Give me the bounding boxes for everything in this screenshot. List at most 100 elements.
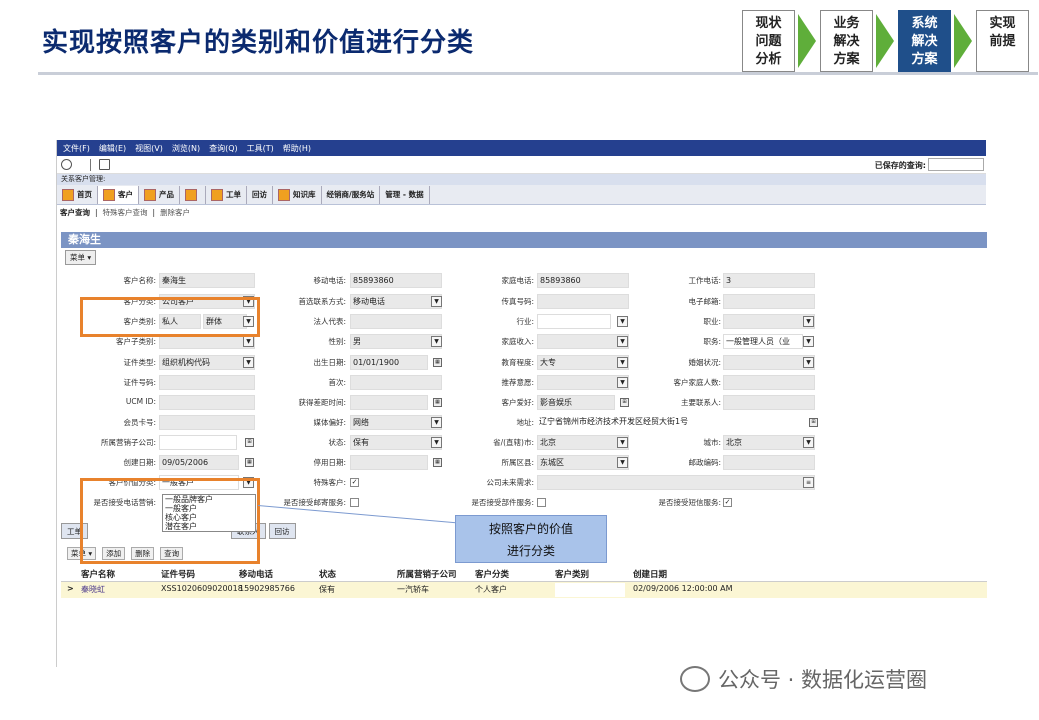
chevron-down-icon[interactable]: ▼ [803,316,814,327]
education-select[interactable]: 大专 [537,355,629,370]
column-header[interactable]: 移动电话 [239,568,273,580]
customer-name-field[interactable]: 秦海生 [159,273,255,288]
saved-query-select[interactable] [928,158,984,171]
chevron-down-icon[interactable]: ▼ [617,377,628,388]
expand-icon[interactable]: ≡ [803,477,814,488]
calendar-icon[interactable]: ▦ [433,358,442,367]
tab-admin-data[interactable]: 管理 - 数据 [380,185,430,204]
tab-callbacks[interactable]: 回访 [268,523,296,539]
subnav-customer-query[interactable]: 客户查询 [60,207,90,218]
income-select[interactable] [537,334,629,349]
column-header[interactable]: 客户名称 [81,568,115,580]
future-req-field[interactable] [537,475,815,490]
chevron-down-icon[interactable]: ▼ [617,437,628,448]
created-date-field[interactable]: 09/05/2006 [159,455,239,470]
calendar-icon[interactable]: ▦ [433,458,442,467]
column-header[interactable]: 客户类别 [555,568,589,580]
tab-callback[interactable]: 回访 [247,185,273,204]
status-select[interactable]: 保有 [350,435,442,450]
chevron-down-icon[interactable]: ▼ [803,357,814,368]
accept-parts-checkbox[interactable] [537,498,546,507]
tab-extra[interactable] [180,185,206,204]
province-select[interactable]: 北京 [537,435,629,450]
column-header[interactable]: 所属营销子公司 [397,568,457,580]
tab-customer[interactable]: 客户 [98,185,139,204]
chevron-down-icon[interactable]: ▼ [617,336,628,347]
menu-query[interactable]: 查询(Q) [209,143,238,154]
tab-product[interactable]: 产品 [139,185,180,204]
lookup-icon[interactable]: ⊞ [620,398,629,407]
menu-tools[interactable]: 工具(T) [247,143,274,154]
position-select[interactable]: 一般管理人员（业 [723,334,803,349]
chevron-down-icon[interactable]: ▼ [617,357,628,368]
subnav-delete-customer[interactable]: 删除客户 [160,207,190,218]
column-header[interactable]: 状态 [319,568,336,580]
column-header[interactable]: 创建日期 [633,568,667,580]
calendar-icon[interactable]: ▦ [245,458,254,467]
menu-edit[interactable]: 编辑(E) [99,143,126,154]
hobby-field[interactable]: 影音娱乐 [537,395,615,410]
main-contact-field[interactable] [723,395,815,410]
chevron-down-icon[interactable]: ▼ [617,457,628,468]
city-select[interactable]: 北京 [723,435,815,450]
family-size-field[interactable] [723,375,815,390]
obtain-time-field[interactable] [350,395,428,410]
member-card-field[interactable] [159,415,255,430]
globe-icon[interactable] [61,159,72,170]
accept-sms-checkbox[interactable]: ✓ [723,498,732,507]
marital-select[interactable] [723,355,815,370]
record-menu-button[interactable]: 菜单 ▾ [65,250,97,265]
gender-select[interactable]: 男 [350,334,442,349]
column-header[interactable]: 证件号码 [161,568,195,580]
media-select[interactable]: 网络 [350,415,442,430]
id-number-field[interactable] [159,375,255,390]
industry-select[interactable] [537,314,611,329]
menu-help[interactable]: 帮助(H) [283,143,311,154]
accept-mail-checkbox[interactable] [350,498,359,507]
first-date-field[interactable] [350,375,442,390]
tab-home[interactable]: 首页 [57,185,98,204]
ucm-id-field[interactable] [159,395,255,410]
chevron-down-icon[interactable]: ▼ [431,437,442,448]
stop-date-field[interactable] [350,455,428,470]
address-field[interactable]: 辽宁省锦州市经济技术开发区经贸大街1号 [537,415,805,430]
chevron-down-icon[interactable]: ▼ [431,296,442,307]
chevron-down-icon[interactable]: ▼ [431,417,442,428]
email-field[interactable] [723,294,815,309]
lookup-icon[interactable]: ⊞ [809,418,818,427]
calendar-icon[interactable]: ▦ [433,398,442,407]
id-type-select[interactable]: 组织机构代码 [159,355,255,370]
print-icon[interactable] [99,159,110,170]
fax-field[interactable] [537,294,629,309]
menu-browse[interactable]: 浏览(N) [172,143,200,154]
legal-rep-field[interactable] [350,314,442,329]
district-select[interactable]: 东城区 [537,455,629,470]
menu-file[interactable]: 文件(F) [63,143,90,154]
chevron-down-icon[interactable]: ▼ [803,336,814,347]
menu-view[interactable]: 视图(V) [135,143,163,154]
customer-name-link[interactable]: 秦晓虹 [81,584,105,595]
recommend-select[interactable] [537,375,629,390]
chevron-down-icon[interactable]: ▼ [617,316,628,327]
tab-workorder[interactable]: 工单 [206,185,247,204]
chevron-down-icon[interactable]: ▼ [243,357,254,368]
menu-bar: 文件(F) 编辑(E) 视图(V) 浏览(N) 查询(Q) 工具(T) 帮助(H… [57,140,986,156]
zip-field[interactable] [723,455,815,470]
table-row[interactable]: > 秦晓虹 XSS1020609020018 15902985766 保有 一汽… [61,582,987,598]
mobile-field[interactable]: 85893860 [350,273,442,288]
work-phone-field[interactable]: 3 [723,273,815,288]
job-select[interactable] [723,314,815,329]
sales-company-field[interactable] [159,435,237,450]
column-header[interactable]: 客户分类 [475,568,509,580]
first-contact-select[interactable]: 移动电话 [350,294,442,309]
home-phone-field[interactable]: 85893860 [537,273,629,288]
chevron-down-icon[interactable]: ▼ [243,336,254,347]
tab-knowledge[interactable]: 知识库 [273,185,322,204]
birthday-field[interactable]: 01/01/1900 [350,355,428,370]
subnav-special-query[interactable]: 特殊客户查询 [103,207,148,218]
chevron-down-icon[interactable]: ▼ [431,336,442,347]
lookup-icon[interactable]: ⊞ [245,438,254,447]
special-checkbox[interactable]: ✓ [350,478,359,487]
chevron-down-icon[interactable]: ▼ [803,437,814,448]
tab-dealer[interactable]: 经销商/服务站 [322,185,381,204]
